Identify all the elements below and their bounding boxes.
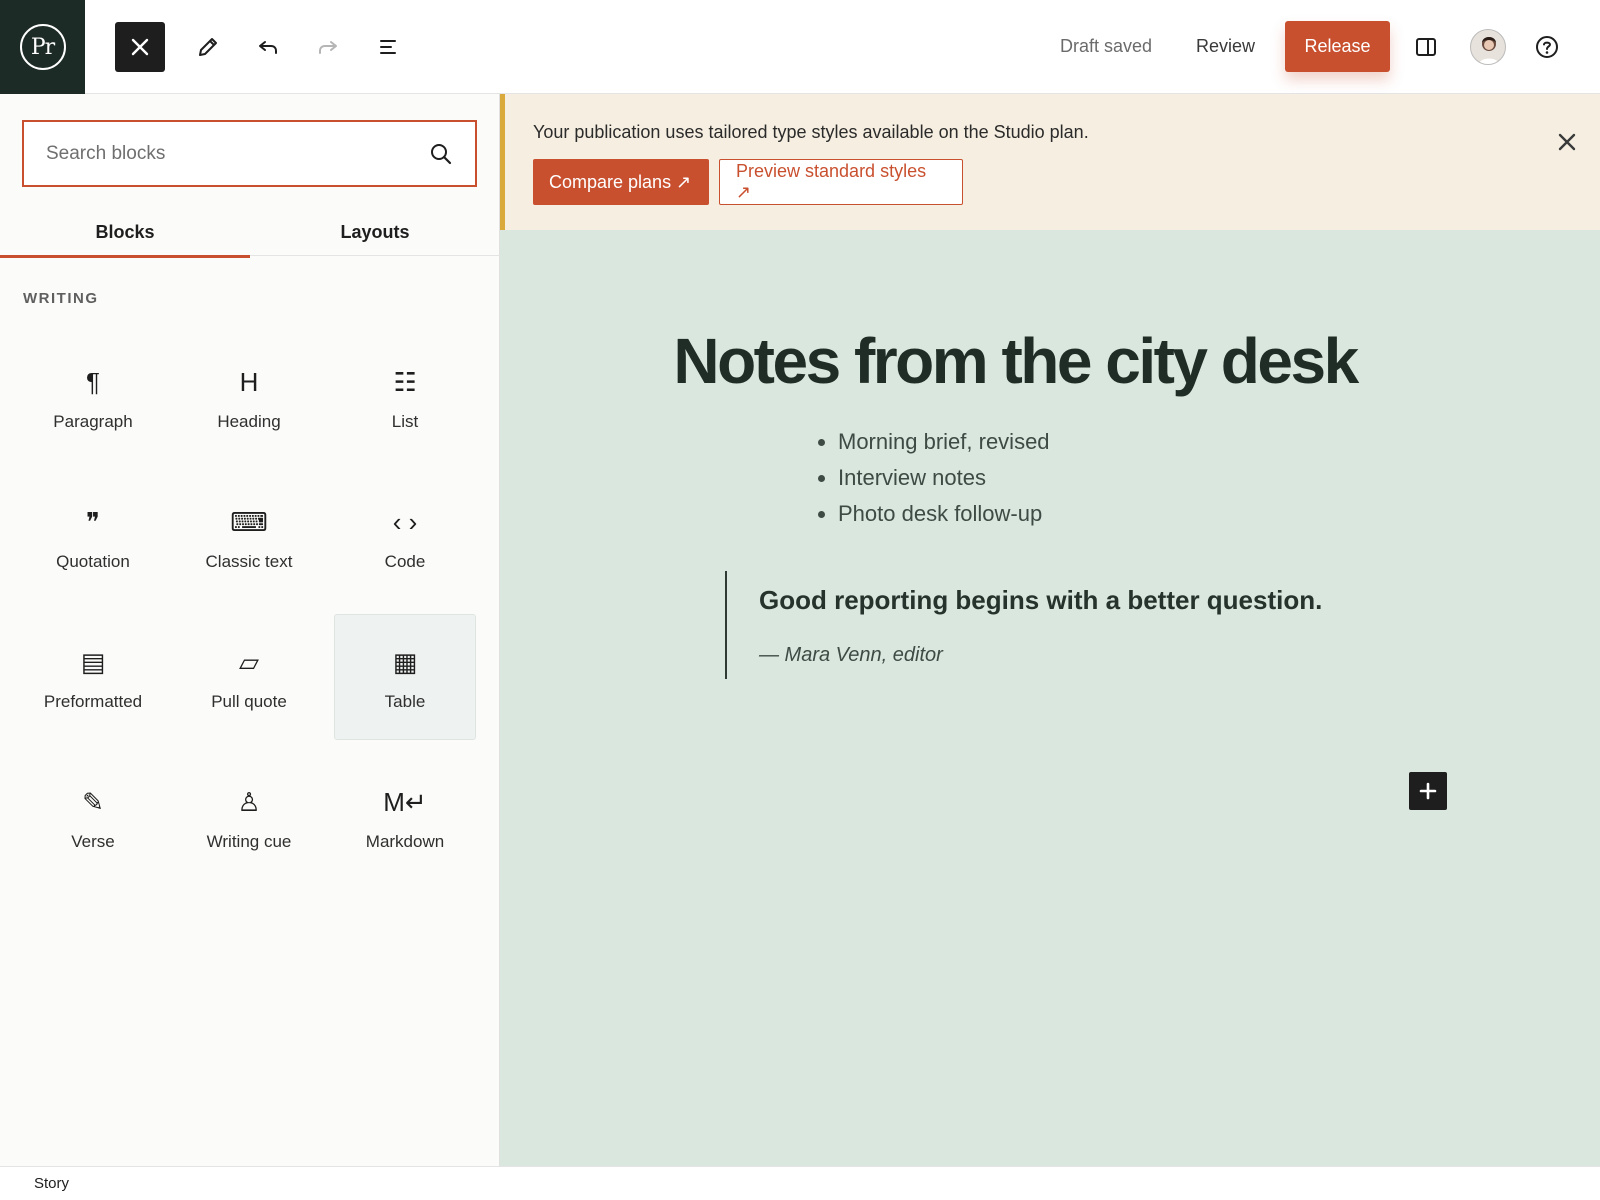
release-button[interactable]: Release	[1285, 21, 1390, 72]
block-preformatted[interactable]: ▤ Preformatted	[22, 614, 164, 740]
block-heading[interactable]: H Heading	[178, 334, 320, 460]
block-paragraph[interactable]: ¶ Paragraph	[22, 334, 164, 460]
plus-icon	[1419, 782, 1437, 800]
block-list[interactable]: ☷ List	[334, 334, 476, 460]
logo-mark: Pr	[19, 24, 66, 70]
preview-standard-styles-button[interactable]: Preview standard styles ↗	[719, 159, 963, 205]
list-view-button[interactable]	[363, 22, 413, 72]
close-icon	[131, 38, 149, 56]
block-label: Paragraph	[53, 412, 133, 431]
inserter-tabs: Blocks Layouts	[0, 208, 500, 258]
block-quotation[interactable]: ❞ Quotation	[22, 474, 164, 600]
block-label: Table	[384, 692, 426, 711]
code-icon: ‹ ›	[392, 506, 418, 537]
redo-icon	[319, 41, 337, 54]
post-list[interactable]: Morning brief, revised Interview notes P…	[838, 424, 1050, 532]
block-code[interactable]: ‹ › Code	[334, 474, 476, 600]
close-inserter-button[interactable]	[115, 22, 165, 72]
quote-block[interactable]: Good reporting begins with a better ques…	[725, 571, 1322, 679]
quote-citation: — Mara Venn, editor	[759, 644, 943, 666]
markdown-icon: M↵	[383, 786, 427, 817]
block-label: Pull quote	[211, 692, 287, 711]
writing-cue-icon: ♙	[237, 786, 261, 817]
pullquote-icon: ▱	[239, 646, 259, 677]
editor-canvas[interactable]: Your publication uses tailored type styl…	[500, 94, 1600, 1166]
sidebar-toggle-icon	[1416, 38, 1436, 56]
block-label: List	[391, 412, 419, 431]
close-icon	[1558, 133, 1576, 151]
post-title[interactable]: Notes from the city desk	[500, 324, 1530, 398]
undo-icon	[259, 41, 277, 54]
block-label: Preformatted	[43, 692, 143, 711]
section-label: WRITING	[23, 290, 99, 307]
settings-sidebar-toggle[interactable]	[1401, 22, 1451, 72]
tab-layouts[interactable]: Layouts	[250, 208, 500, 256]
block-label: Heading	[217, 412, 281, 431]
plan-notice: Your publication uses tailored type styl…	[500, 94, 1600, 230]
block-grid: ¶ Paragraph H Heading ☷ List ❞ Quotation…	[22, 334, 478, 880]
block-label: Quotation	[56, 552, 130, 571]
draft-status: Draft saved	[1060, 36, 1153, 56]
breadcrumb[interactable]: Story	[34, 1175, 69, 1192]
status-footer: Story	[0, 1166, 1600, 1200]
dismiss-notice-button[interactable]	[1553, 128, 1581, 156]
block-label: Markdown	[365, 832, 445, 851]
quote-icon: ❞	[86, 506, 100, 537]
user-avatar-icon	[1478, 37, 1500, 64]
top-toolbar: Pr Draft saved Review Release	[0, 0, 1600, 94]
search-box[interactable]	[22, 120, 477, 187]
block-classic-text[interactable]: ⌨ Classic text	[178, 474, 320, 600]
verse-icon: ✎	[82, 786, 104, 817]
block-label: Verse	[71, 832, 115, 851]
paragraph-icon: ¶	[86, 366, 100, 397]
block-label: Classic text	[205, 552, 293, 571]
search-input[interactable]	[46, 142, 429, 165]
add-block-button[interactable]	[1409, 772, 1447, 810]
undo-button[interactable]	[243, 22, 293, 72]
tab-blocks[interactable]: Blocks	[0, 208, 250, 258]
block-pull-quote[interactable]: ▱ Pull quote	[178, 614, 320, 740]
quote-text: Good reporting begins with a better ques…	[759, 585, 1323, 615]
table-icon: ▦	[392, 646, 418, 677]
block-table[interactable]: ▦ Table	[334, 614, 476, 740]
tools-button[interactable]	[183, 22, 233, 72]
block-label: Writing cue	[206, 832, 292, 851]
list-item: Photo desk follow-up	[838, 496, 1050, 532]
block-writing-cue[interactable]: ♙ Writing cue	[178, 754, 320, 880]
redo-button[interactable]	[303, 22, 353, 72]
review-button[interactable]: Review	[1196, 36, 1255, 57]
list-item: Morning brief, revised	[838, 424, 1050, 460]
keyboard-icon: ⌨	[230, 506, 268, 537]
compare-plans-button[interactable]: Compare plans ↗	[533, 159, 709, 205]
preformatted-icon: ▤	[80, 646, 106, 677]
list-item: Interview notes	[838, 460, 1050, 496]
pencil-icon	[199, 38, 217, 56]
app-logo[interactable]: Pr	[0, 0, 85, 94]
list-view-icon	[380, 40, 396, 54]
block-label: Code	[384, 552, 426, 571]
block-markdown[interactable]: M↵ Markdown	[334, 754, 476, 880]
block-inserter-panel: Blocks Layouts WRITING ¶ Paragraph H Hea…	[0, 94, 500, 1166]
heading-icon: H	[239, 366, 259, 397]
list-icon: ☷	[393, 366, 417, 397]
avatar[interactable]	[1470, 29, 1506, 65]
help-icon	[1536, 36, 1558, 58]
search-icon	[431, 143, 452, 164]
notice-text: Your publication uses tailored type styl…	[533, 122, 1089, 142]
help-button[interactable]	[1522, 22, 1572, 72]
block-verse[interactable]: ✎ Verse	[22, 754, 164, 880]
